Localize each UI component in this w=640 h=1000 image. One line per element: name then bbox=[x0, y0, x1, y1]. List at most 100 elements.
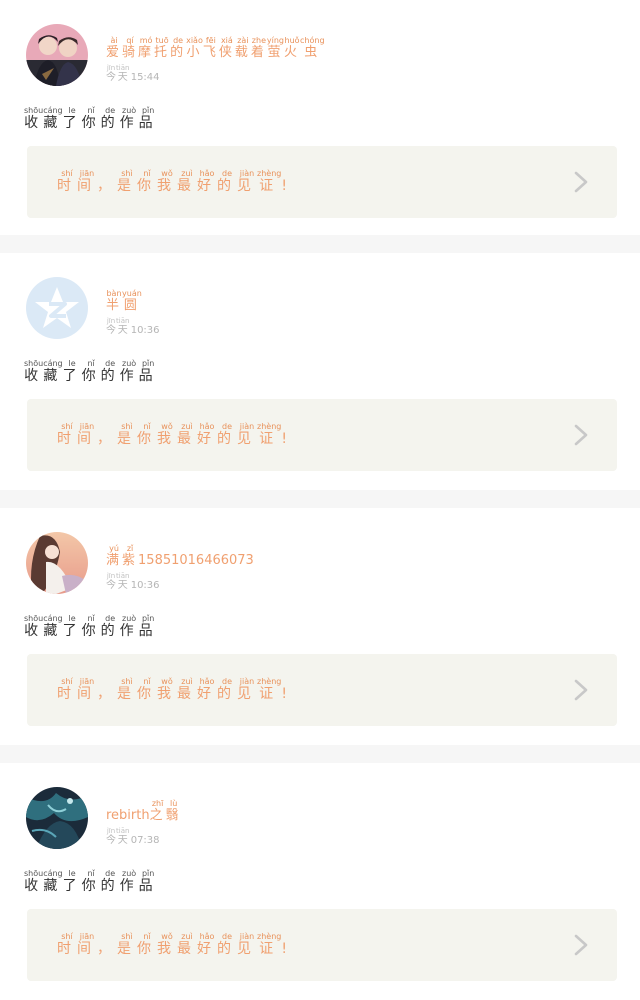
ruby-char: 满yú bbox=[106, 544, 123, 568]
card-header: 满yú紫zǐ15851016466073 今jīn天tiān10:36 bbox=[24, 508, 616, 600]
ruby-char: 最zuì bbox=[177, 169, 197, 194]
ruby-char: 见jiàn bbox=[237, 169, 257, 194]
avatar-couple-photo-icon bbox=[26, 24, 88, 86]
ruby-char: 摩mó bbox=[138, 36, 155, 60]
ruby-char: 藏cáng bbox=[43, 614, 63, 639]
ruby-char: 品pǐn bbox=[138, 106, 158, 131]
ruby-char: 时shí bbox=[57, 169, 77, 194]
ruby-char: 的de bbox=[217, 422, 237, 447]
ruby-char: 小xiǎo bbox=[186, 36, 203, 60]
ruby-char: 天tiān bbox=[116, 64, 130, 83]
ruby-char: 今jīn bbox=[106, 827, 116, 846]
timestamp: 今jīn天tiān10:36 bbox=[106, 317, 160, 336]
ruby-char: 虫chóng bbox=[300, 36, 325, 60]
card-header: 半bàn圆yuán 今jīn天tiān10:36 bbox=[24, 253, 616, 345]
timestamp: 今jīn天tiān15:44 bbox=[106, 64, 160, 83]
ruby-char: 今jīn bbox=[106, 317, 116, 336]
user-info: rebirth之zhī翳lù 今jīn天tiān07:38 bbox=[106, 799, 182, 846]
ruby-char: 间jiān bbox=[77, 422, 97, 447]
ruby-char: 之zhī bbox=[149, 799, 166, 823]
username[interactable]: rebirth之zhī翳lù bbox=[106, 799, 182, 825]
ruby-char: 了le bbox=[62, 614, 82, 639]
ruby-char: 见jiàn bbox=[237, 677, 257, 702]
ruby-char: 时shí bbox=[57, 422, 77, 447]
username[interactable]: 爱ài骑qí摩mó托tuō的de小xiǎo飞fēi侠xiá载zài着zhe萤yí… bbox=[106, 36, 325, 62]
ruby-char: 间jiān bbox=[77, 677, 97, 702]
ruby-char: 紫zǐ bbox=[122, 544, 139, 568]
chevron-right-icon bbox=[563, 417, 599, 453]
ruby-char: 我wǒ bbox=[157, 169, 177, 194]
chevron-right-icon bbox=[563, 164, 599, 200]
ruby-char: 你nǐ bbox=[137, 677, 157, 702]
ruby-char: 了le bbox=[62, 106, 82, 131]
ruby-char: 翳lù bbox=[165, 799, 182, 823]
chevron-right-icon bbox=[563, 672, 599, 708]
quoted-work[interactable]: 时shí间jiān， 是shì你nǐ我wǒ最zuì好hǎo的de见jiàn证zh… bbox=[27, 654, 617, 726]
ruby-char: 藏cáng bbox=[43, 359, 63, 384]
ruby-char: 的de bbox=[217, 677, 237, 702]
notification-card: rebirth之zhī翳lù 今jīn天tiān07:38 收shōu藏cáng… bbox=[0, 763, 640, 1000]
ruby-char: 收shōu bbox=[24, 869, 44, 894]
quote-text: 时shí间jiān， 是shì你nǐ我wǒ最zuì好hǎo的de见jiàn证zh… bbox=[57, 422, 293, 448]
action-text: 收shōu藏cáng了le你nǐ的de作zuò品pǐn bbox=[24, 359, 616, 385]
ruby-char: 见jiàn bbox=[237, 422, 257, 447]
ruby-char: 品pǐn bbox=[138, 359, 158, 384]
card-header: 爱ài骑qí摩mó托tuō的de小xiǎo飞fēi侠xiá载zài着zhe萤yí… bbox=[24, 0, 616, 92]
ruby-char: 是shì bbox=[117, 677, 137, 702]
ruby-char: 最zuì bbox=[177, 932, 197, 957]
ruby-char: 着zhe bbox=[250, 36, 267, 60]
ruby-char: 间jiān bbox=[77, 932, 97, 957]
ruby-char: ! bbox=[281, 686, 293, 702]
ruby-char: 品pǐn bbox=[138, 869, 158, 894]
avatar[interactable] bbox=[26, 787, 88, 849]
ruby-char: 间jiān bbox=[77, 169, 97, 194]
ruby-char: 见jiàn bbox=[237, 932, 257, 957]
ruby-char: 你nǐ bbox=[137, 932, 157, 957]
avatar[interactable] bbox=[26, 24, 88, 86]
ruby-char: 你nǐ bbox=[137, 169, 157, 194]
ruby-char: 的de bbox=[100, 869, 120, 894]
ruby-char: ， bbox=[97, 431, 117, 447]
notification-feed: 爱ài骑qí摩mó托tuō的de小xiǎo飞fēi侠xiá载zài着zhe萤yí… bbox=[0, 0, 640, 1000]
ruby-char: 你nǐ bbox=[81, 614, 101, 639]
quoted-work[interactable]: 时shí间jiān， 是shì你nǐ我wǒ最zuì好hǎo的de见jiàn证zh… bbox=[27, 399, 617, 471]
ruby-char: 藏cáng bbox=[43, 869, 63, 894]
username[interactable]: 半bàn圆yuán bbox=[106, 289, 160, 315]
ruby-char: 证zhèng bbox=[257, 677, 282, 702]
quoted-work[interactable]: 时shí间jiān， 是shì你nǐ我wǒ最zuì好hǎo的de见jiàn证zh… bbox=[27, 909, 617, 981]
ruby-char: 最zuì bbox=[177, 677, 197, 702]
ruby-char: 好hǎo bbox=[197, 422, 217, 447]
username[interactable]: 满yú紫zǐ15851016466073 bbox=[106, 544, 254, 570]
ruby-char: 作zuò bbox=[119, 614, 139, 639]
ruby-char: 证zhèng bbox=[257, 422, 282, 447]
ruby-char: 好hǎo bbox=[197, 169, 217, 194]
action-text: 收shōu藏cáng了le你nǐ的de作zuò品pǐn bbox=[24, 869, 616, 895]
ruby-char: 好hǎo bbox=[197, 677, 217, 702]
ruby-char: 证zhèng bbox=[257, 169, 282, 194]
ruby-char: 作zuò bbox=[119, 359, 139, 384]
ruby-char: 藏cáng bbox=[43, 106, 63, 131]
ruby-char: 时shí bbox=[57, 932, 77, 957]
quote-text: 时shí间jiān， 是shì你nǐ我wǒ最zuì好hǎo的de见jiàn证zh… bbox=[57, 169, 293, 195]
ruby-char: 的de bbox=[170, 36, 187, 60]
chevron-right-icon bbox=[563, 927, 599, 963]
avatar[interactable] bbox=[26, 532, 88, 594]
ruby-char: 的de bbox=[217, 932, 237, 957]
ruby-char: 收shōu bbox=[24, 614, 44, 639]
ruby-char: 圆yuán bbox=[122, 289, 142, 313]
quote-text: 时shí间jiān， 是shì你nǐ我wǒ最zuì好hǎo的de见jiàn证zh… bbox=[57, 677, 293, 703]
ruby-char: 时shí bbox=[57, 677, 77, 702]
ruby-char: 证zhèng bbox=[257, 932, 282, 957]
quoted-work[interactable]: 时shí间jiān， 是shì你nǐ我wǒ最zuì好hǎo的de见jiàn证zh… bbox=[27, 146, 617, 218]
ruby-char: ! bbox=[281, 941, 293, 957]
ruby-char: ， bbox=[97, 686, 117, 702]
user-info: 爱ài骑qí摩mó托tuō的de小xiǎo飞fēi侠xiá载zài着zhe萤yí… bbox=[106, 36, 325, 83]
ruby-char: 飞fēi bbox=[202, 36, 219, 60]
ruby-char: 载zài bbox=[234, 36, 251, 60]
ruby-char: 天tiān bbox=[116, 827, 130, 846]
ruby-char: 的de bbox=[100, 106, 120, 131]
ruby-char: 你nǐ bbox=[81, 869, 101, 894]
avatar[interactable] bbox=[26, 277, 88, 339]
ruby-char: 收shōu bbox=[24, 106, 44, 131]
avatar-dark-art-icon bbox=[26, 787, 88, 849]
